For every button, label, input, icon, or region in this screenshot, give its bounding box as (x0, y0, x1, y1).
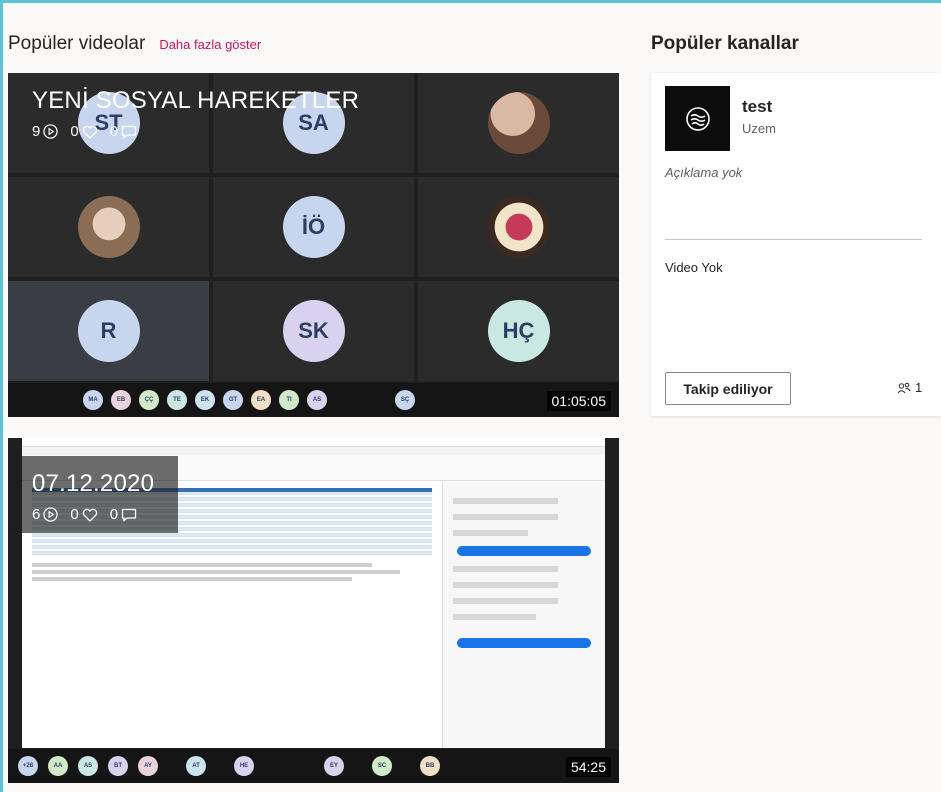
participant-tile (418, 177, 619, 277)
mini-avatar: AA (48, 756, 68, 776)
participant-avatar: İÖ (282, 196, 345, 258)
participant-avatar: HÇ (487, 300, 550, 362)
play-icon (43, 507, 59, 522)
people-icon (897, 382, 911, 393)
mini-avatar: AS (307, 390, 327, 410)
mini-avatar: SÇ (395, 390, 415, 410)
mini-avatar: BT (108, 756, 128, 776)
video-info-overlay: YENİ SOSYAL HAREKETLER 9 0 0 (8, 73, 383, 150)
views-count: 9 (32, 123, 41, 140)
window-top-border (0, 0, 941, 3)
mini-avatar: MA (83, 390, 103, 410)
mini-avatar: GT (223, 390, 243, 410)
video-title: 07.12.2020 (32, 470, 155, 497)
mini-avatar: TE (167, 390, 187, 410)
popular-videos-header: Popüler videolar Daha fazla göster (8, 33, 261, 55)
participant-tile: R (8, 281, 209, 381)
video-duration: 54:25 (565, 757, 611, 777)
comments-count: 0 (109, 123, 119, 140)
side-panel-item (453, 498, 558, 504)
likes-count: 0 (70, 506, 79, 523)
stream-logo-icon (685, 106, 710, 131)
followers-number: 1 (915, 380, 923, 395)
mini-avatar: AT (186, 756, 206, 776)
participant-photo (487, 92, 550, 154)
channel-videos-text: Video Yok (665, 260, 723, 275)
comments-stat: 0 (110, 506, 137, 523)
channel-logo[interactable] (665, 86, 730, 151)
mini-avatar: HE (234, 756, 254, 776)
mini-avatar: +28 (18, 756, 38, 776)
mini-avatar: TI (279, 390, 299, 410)
participant-tile: SK (213, 281, 414, 381)
participant-tile (8, 177, 209, 277)
video-stats: 9 0 0 (32, 123, 359, 140)
mini-avatar: EB (111, 390, 131, 410)
mini-avatar: AS (78, 756, 98, 776)
likes-count: 0 (70, 123, 79, 140)
channel-subtitle: Uzem (742, 121, 776, 136)
side-panel-item (453, 514, 558, 520)
participant-strip: MA EB ÇÇ TE EK GT EA TI AS SÇ (8, 383, 619, 417)
participant-avatar: R (77, 300, 140, 362)
participant-tile: İÖ (213, 177, 414, 277)
video-duration: 01:05:05 (546, 391, 611, 411)
side-panel-item (453, 598, 558, 604)
mini-avatar: SC (372, 756, 392, 776)
window-left-border (0, 0, 3, 792)
participant-avatar: SK (282, 300, 345, 362)
doc-titlebar (22, 438, 605, 447)
comments-count: 0 (109, 506, 119, 523)
comments-stat: 0 (110, 123, 137, 140)
doc-text-line (32, 577, 352, 581)
mini-avatar: ÇÇ (139, 390, 159, 410)
side-panel-button (457, 638, 591, 648)
mini-avatar: EY (324, 756, 344, 776)
doc-text-line (32, 563, 372, 567)
participant-tile: HÇ (418, 281, 619, 381)
mini-avatar: BB (420, 756, 440, 776)
likes-stat: 0 (70, 506, 97, 523)
comment-icon (121, 125, 137, 139)
video-info-overlay: 07.12.2020 6 0 0 (8, 456, 179, 533)
video-stats: 6 0 0 (32, 506, 154, 523)
side-panel-item (453, 582, 558, 588)
channel-description: Açıklama yok (665, 165, 743, 180)
popular-channels-title: Popüler kanallar (651, 33, 799, 54)
show-more-link[interactable]: Daha fazla göster (159, 37, 261, 52)
mini-avatar: EK (195, 390, 215, 410)
doc-side-panel (442, 482, 605, 748)
heart-icon (82, 125, 97, 139)
participant-photo (77, 196, 140, 258)
side-panel-button (457, 546, 591, 556)
comment-icon (121, 508, 137, 522)
participant-photo (487, 196, 550, 258)
participant-tile (418, 73, 619, 173)
card-divider (665, 239, 922, 240)
channel-card[interactable]: test Uzem Açıklama yok Video Yok Takip e… (651, 73, 941, 416)
participant-strip: +28 AA AS BT AY AT HE EY SC BB (8, 749, 619, 783)
heart-icon (82, 508, 97, 522)
side-panel-item (453, 614, 536, 620)
likes-stat: 0 (70, 123, 97, 140)
views-stat: 6 (32, 506, 59, 523)
video-card-2[interactable]: +28 AA AS BT AY AT HE EY SC BB 07.12.202… (8, 438, 619, 783)
followers-count: 1 (897, 380, 922, 395)
side-panel-item (453, 566, 558, 572)
popular-videos-title: Popüler videolar (8, 33, 146, 54)
channel-name[interactable]: test (742, 97, 772, 117)
video-card-1[interactable]: ST SA İÖ R SK HÇ MA EB ÇÇ TE EK GT EA TI… (8, 73, 619, 417)
video-title: YENİ SOSYAL HAREKETLER (32, 87, 360, 114)
views-stat: 9 (32, 123, 59, 140)
follow-button[interactable]: Takip ediliyor (665, 372, 791, 405)
play-icon (43, 124, 59, 139)
mini-avatar: AY (138, 756, 158, 776)
side-panel-item (453, 530, 528, 536)
views-count: 6 (32, 506, 41, 523)
doc-menubar (22, 447, 605, 455)
mini-avatar: EA (251, 390, 271, 410)
doc-text-line (32, 570, 400, 574)
